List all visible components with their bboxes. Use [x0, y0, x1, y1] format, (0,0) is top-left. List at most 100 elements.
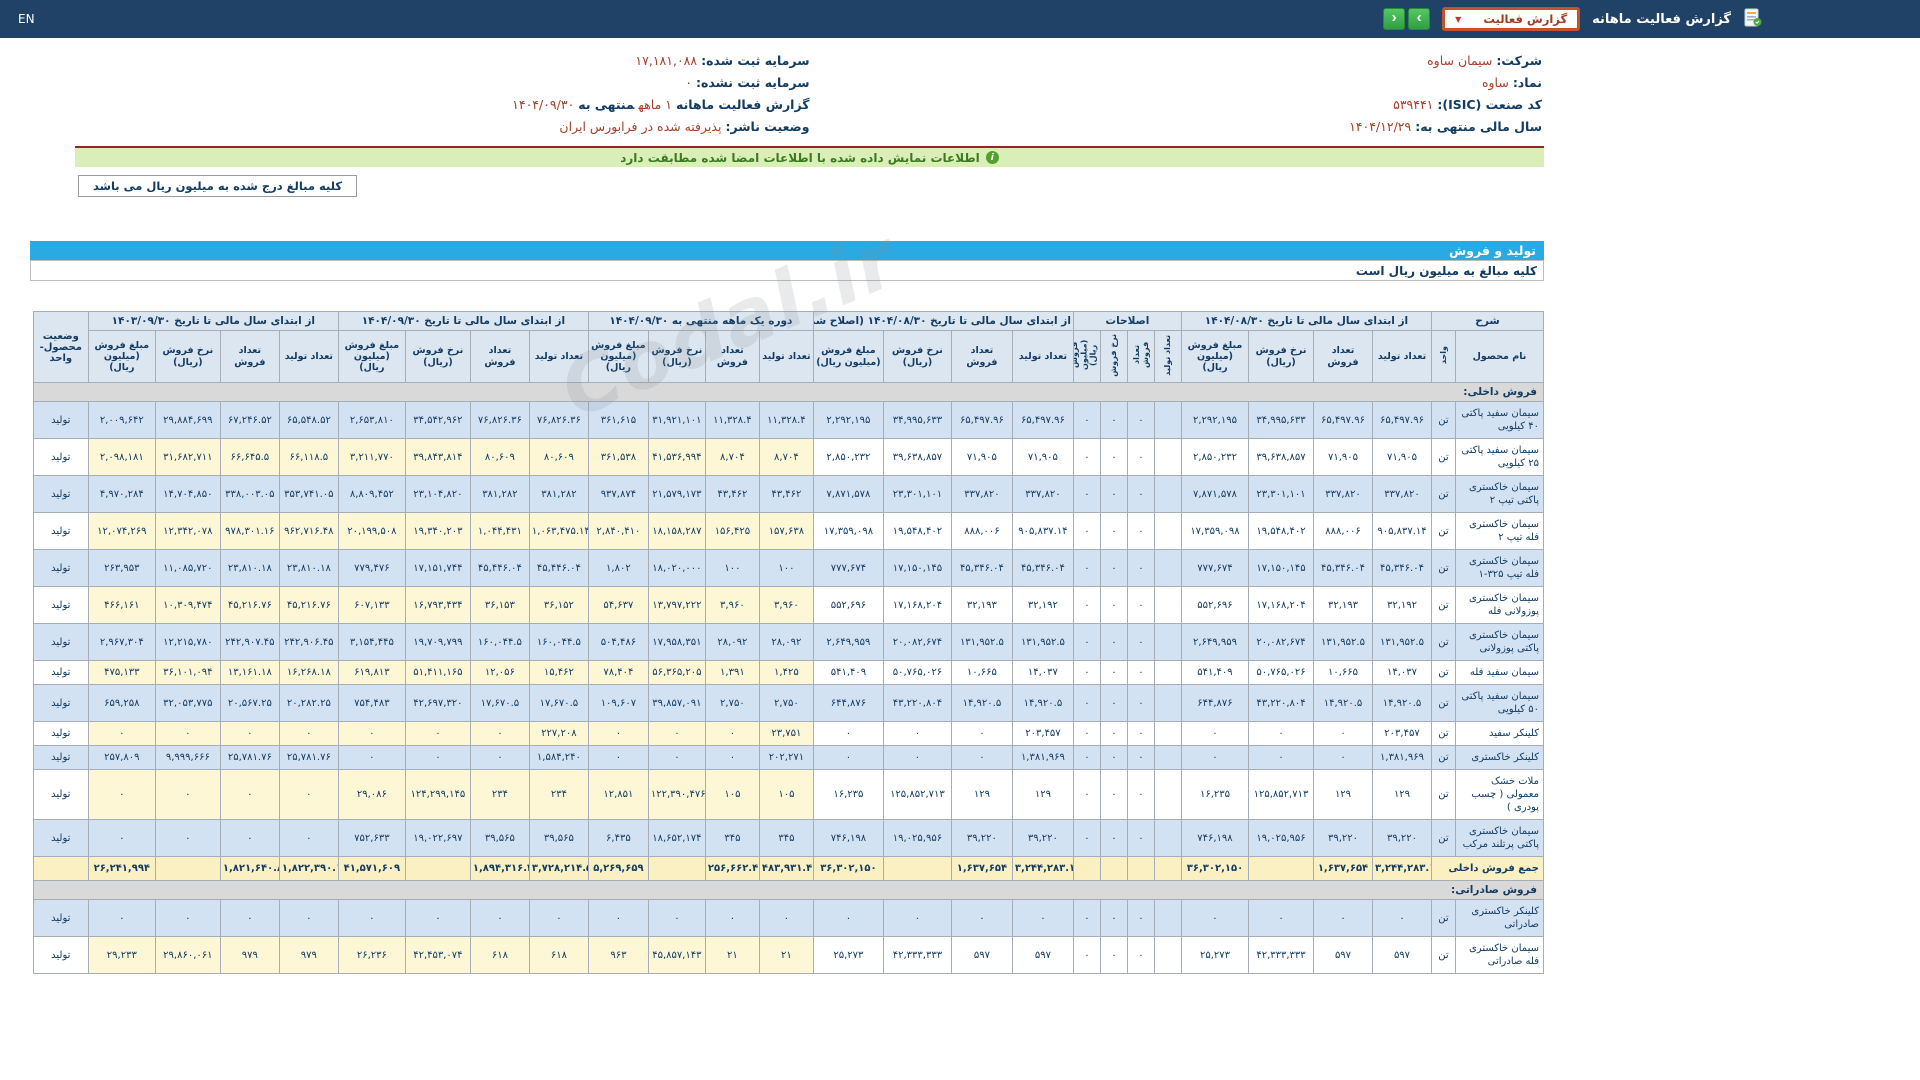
value-cell: ۷۸,۴۰۴ [587, 660, 649, 686]
amounts-note-row: کلیه مبالغ به میلیون ریال است [30, 260, 1544, 281]
info-label: گزارش فعالیت ماهانه [675, 97, 810, 112]
value-cell: ۰ [1099, 438, 1128, 477]
value-cell: ۷۷۷,۶۷۴ [1180, 549, 1250, 588]
col-group-d: دوره یک ماهه منتهی به ۱۴۰۴/۰۹/۳۰ [587, 311, 814, 331]
value-cell: ۰ [587, 899, 649, 938]
info-label: کد صنعت (ISIC): [1437, 97, 1542, 112]
value-cell [1099, 856, 1128, 882]
col-a-2: نرخ فروش (ریال) [1248, 329, 1314, 384]
table-row: سیمان سفید پاکتی ۴۰ کیلویی تن ۶۵,۴۹۷.۹۶ ۶۵,… [32, 401, 1544, 440]
product-name-cell: کلینکر خاکستری [1455, 745, 1544, 771]
value-cell: ۱۳۱,۹۵۲.۵ [950, 623, 1013, 662]
table-row: سیمان خاکستری پوزولانی فله تن ۳۲,۱۹۲ ۳۲,۱۹۳… [32, 586, 1544, 625]
value-cell: ۰ [950, 721, 1013, 747]
table-row: سیمان سفید فله تن ۱۴,۰۳۷ ۱۰,۶۶۵ ۵۰,۷۶۵,۰۲۶ ۵۴… [32, 660, 1544, 686]
value-cell: ۰ [1372, 899, 1432, 938]
language-toggle[interactable]: EN [18, 12, 35, 26]
value-cell: ۲۵۷,۸۰۹ [87, 745, 156, 771]
value-cell: ۱۵,۴۶۲ [528, 660, 589, 686]
value-cell: ۱۲۲,۳۹۰,۴۷۶ [647, 769, 706, 821]
col-b-2: نرخ فروش [1099, 329, 1128, 384]
report-type-dropdown[interactable]: گزارش فعالیت ▼ [1442, 7, 1581, 31]
value-cell: ۰ [704, 745, 760, 771]
value-cell: ۱,۳۸۱,۹۶۹ [1011, 745, 1074, 771]
value-cell: ۱۳,۱۶۱.۱۸ [219, 660, 280, 686]
value-cell: ۳۹,۵۶۵ [528, 819, 589, 858]
value-cell: ۰ [704, 721, 760, 747]
value-cell: ۷۶,۸۲۶.۳۶ [469, 401, 530, 440]
value-cell: ۷۱,۹۰۵ [1372, 438, 1432, 477]
value-cell: ۲,۸۵۰,۲۳۲ [812, 438, 884, 477]
value-cell: ۳۸۱,۲۸۲ [528, 475, 589, 514]
info-value[interactable]: ساوه [1482, 75, 1509, 90]
value-cell: ۹۷۹ [219, 936, 280, 975]
col-f-0: تعداد تولید [278, 329, 339, 384]
value-cell: ۳۲,۱۹۳ [950, 586, 1013, 625]
company-info-right-column: شرکت: سیمان ساوه نماد:ساوه کد صنعت (ISIC):۵… [810, 52, 1542, 136]
value-cell: ۰ [1126, 721, 1155, 747]
value-cell: ۹۳۷,۸۷۴ [587, 475, 649, 514]
prev-report-button[interactable]: › [1383, 8, 1406, 30]
value-cell: ۱۱,۰۸۵,۷۲۰ [154, 549, 221, 588]
value-cell: ۷۱,۹۰۵ [950, 438, 1013, 477]
value-cell: ۰ [1099, 745, 1128, 771]
value-cell: ۱۱,۳۲۸.۴ [704, 401, 760, 440]
value-cell: ۰ [219, 721, 280, 747]
total-label-cell: جمع فروش داخلی [1431, 856, 1544, 882]
value-cell: ۳۴,۵۴۲,۹۶۲ [404, 401, 471, 440]
col-group-sharh: شرح [1431, 311, 1544, 331]
value-cell: ۳۲,۰۵۳,۷۷۵ [154, 684, 221, 723]
value-cell: ۰ [1126, 586, 1155, 625]
value-cell [647, 856, 706, 882]
value-cell: ۳,۹۶۰ [704, 586, 760, 625]
value-cell: ۱۴,۹۲۰.۵ [1313, 684, 1373, 723]
info-row: سرمایه ثبت شده:۱۷,۱۸۱,۰۸۸ [77, 52, 809, 70]
value-cell: ۳۹,۲۲۰ [950, 819, 1013, 858]
value-cell: ۴,۹۷۰,۲۸۴ [87, 475, 156, 514]
value-cell: ۳,۹۶۰ [758, 586, 814, 625]
value-cell: ۷۵۲,۶۳۳ [337, 819, 406, 858]
col-group-e: از ابتدای سال مالی تا تاریخ ۱۴۰۴/۰۹/۳۰ [337, 311, 589, 331]
table-row: کلینکر خاکستری صادراتی تن ۰ ۰ ۰ ۰ ۰ ۰ ۰ ۰ ۰ ۰ ۰ ۰ ۰ ۰ ۰ ۰… [32, 899, 1544, 938]
value-cell [1153, 623, 1182, 662]
value-cell: ۰ [219, 899, 280, 938]
unit-cell: تن [1431, 660, 1456, 686]
value-cell: ۳۴۵ [704, 819, 760, 858]
status-cell: تولید [32, 899, 89, 938]
value-cell: ۵۵۲,۶۹۶ [1180, 586, 1250, 625]
table-row: ملات خشک معمولی ( چسب پودری ) تن ۱۲۹ ۱۲۹ ۱۲۵… [32, 769, 1544, 821]
value-cell: ۰ [404, 745, 471, 771]
value-cell: ۰ [1126, 899, 1155, 938]
value-cell: ۳۶,۱۰۱,۰۹۴ [154, 660, 221, 686]
value-cell: ۷۱,۹۰۵ [1011, 438, 1074, 477]
info-label: سرمایه ثبت نشده: [695, 75, 810, 90]
info-value[interactable]: سیمان ساوه [1427, 53, 1492, 68]
value-cell: ۲,۰۹۸,۱۸۱ [87, 438, 156, 477]
value-cell: ۰ [1072, 475, 1101, 514]
report-header-cluster: گزارش فعالیت ماهانه گزارش فعالیت ▼ ‹ › [1383, 7, 1762, 31]
value-cell: ۴۵,۴۴۶.۰۴ [528, 549, 589, 588]
col-c-0: تعداد تولید [1011, 329, 1074, 384]
value-cell: ۰ [1180, 721, 1250, 747]
value-cell: ۳۳۷,۸۲۰ [1313, 475, 1373, 514]
value-cell: ۷۷۹,۴۷۶ [337, 549, 406, 588]
product-name-cell: سیمان خاکستری فله تیپ ۳۲۵-۱ [1455, 549, 1544, 588]
value-cell [1248, 856, 1314, 882]
section-label: فروش داخلی: [32, 382, 1545, 403]
signature-notice-text: اطلاعات نمایش داده شده با اطلاعات امضا ش… [620, 150, 980, 165]
value-cell: ۱۲,۳۴۲,۰۷۸ [154, 512, 221, 551]
value-cell: ۵۶,۳۶۵,۲۰۵ [647, 660, 706, 686]
value-cell: ۳۳۷,۸۲۰ [1011, 475, 1074, 514]
value-cell: ۰ [758, 899, 814, 938]
value-cell: ۱۹,۳۴۰,۲۰۳ [404, 512, 471, 551]
value-cell: ۰ [1099, 936, 1128, 975]
value-cell: ۲,۷۵۰ [704, 684, 760, 723]
col-f-3: مبلغ فروش (میلیون ریال) [87, 329, 156, 384]
value-cell: ۲۱,۵۷۹,۱۷۳ [647, 475, 706, 514]
value-cell: ۴۵,۳۴۶.۰۴ [950, 549, 1013, 588]
next-report-button[interactable]: ‹ [1408, 8, 1431, 30]
value-cell: ۳۹,۶۳۸,۸۵۷ [1248, 438, 1314, 477]
value-cell: ۰ [1180, 745, 1250, 771]
value-cell: ۰ [882, 899, 952, 938]
value-cell: ۴۵,۲۱۶.۷۶ [219, 586, 280, 625]
